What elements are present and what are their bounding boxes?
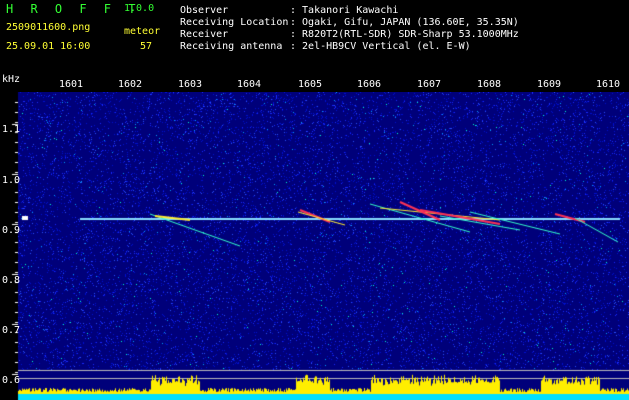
field-receiver-label: Receiver	[180, 29, 229, 40]
y-tick-label: 0.8	[2, 275, 21, 286]
y-tick-label: 0.7	[2, 325, 21, 336]
y-tick-label: 0.9	[2, 225, 21, 236]
field-receiver-value: : R820T2(RTL-SDR) SDR-Sharp 53.1000MHz	[290, 29, 519, 40]
meteor-count: 57	[140, 41, 153, 52]
image-filename: 2509011600.png	[6, 22, 91, 33]
y-axis-unit: kHz	[2, 74, 21, 85]
field-antenna-value: : 2el-HB9CV Vertical (el. E-W)	[290, 41, 471, 52]
x-tick-label: 1610	[596, 79, 621, 90]
x-tick-label: 1604	[237, 79, 262, 90]
x-tick-label: 1601	[59, 79, 84, 90]
field-observer-value: : Takanori Kawachi	[290, 5, 399, 16]
x-tick-label: 1607	[417, 79, 442, 90]
app-logo: H R O F F T	[6, 2, 141, 16]
field-antenna-label: Receiving antenna	[180, 41, 283, 52]
capture-datetime: 25.09.01 16:00	[6, 41, 91, 52]
app-version: 1.0.0	[124, 3, 155, 14]
x-tick-label: 1603	[178, 79, 203, 90]
x-tick-label: 1609	[537, 79, 562, 90]
y-tick-label: 1.0	[2, 175, 21, 186]
field-location-value: : Ogaki, Gifu, JAPAN (136.60E, 35.35N)	[290, 17, 519, 28]
x-tick-label: 1606	[357, 79, 382, 90]
x-tick-label: 1602	[118, 79, 143, 90]
x-tick-label: 1605	[298, 79, 323, 90]
hrofft-spectrogram-screen: H R O F F T 1.0.0 2509011600.png meteor …	[0, 0, 629, 400]
spectrogram-canvas	[0, 92, 629, 400]
y-tick-label: 1.1	[2, 124, 21, 135]
field-location-label: Receiving Location	[180, 17, 289, 28]
mode-label: meteor	[124, 26, 161, 37]
y-tick-label: 0.6	[2, 375, 21, 386]
x-tick-label: 1608	[477, 79, 502, 90]
field-observer-label: Observer	[180, 5, 229, 16]
